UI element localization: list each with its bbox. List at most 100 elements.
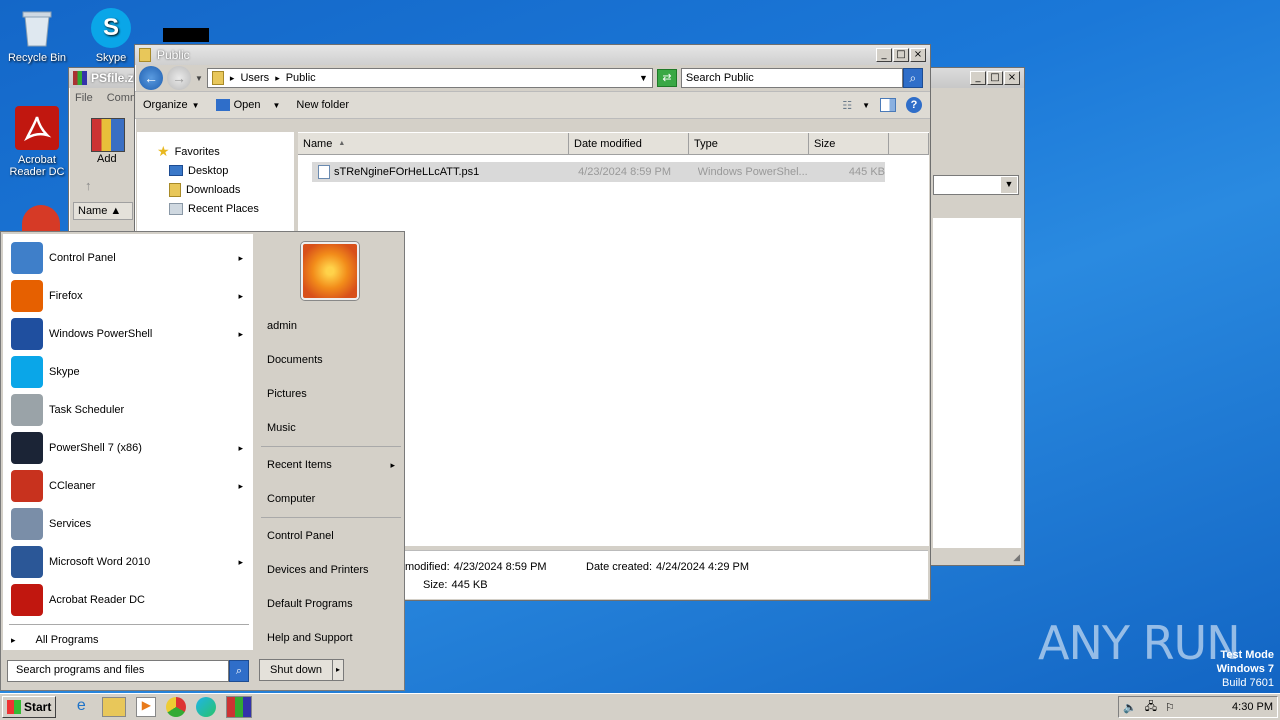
- nav-favorites[interactable]: ★ Favorites: [157, 142, 294, 161]
- start-right-devices[interactable]: Devices and Printers: [263, 559, 401, 581]
- media-player-icon[interactable]: ▶: [136, 697, 157, 717]
- breadcrumb-users[interactable]: Users: [240, 72, 269, 84]
- shutdown-options-icon[interactable]: ▸: [332, 659, 344, 681]
- view-details-icon[interactable]: ☷: [842, 99, 852, 112]
- details-size: Size: 445 KB: [423, 579, 488, 591]
- start-search-input[interactable]: Search programs and files: [7, 660, 229, 682]
- watermark-brand: ANY RUN: [1038, 616, 1241, 670]
- system-tray: 🔈 🖧 ⚐ 4:30 PM: [1118, 696, 1278, 718]
- table-row[interactable]: sTReNgineFOrHeLLcATT.ps1 4/23/2024 8:59 …: [312, 162, 885, 182]
- column-header-name[interactable]: Name ▲: [298, 133, 569, 155]
- explorer-titlebar: Public _ □ ×: [135, 45, 930, 65]
- start-program-item[interactable]: Microsoft Word 2010 ▸: [3, 544, 253, 580]
- all-programs-button[interactable]: ▸ All Programs: [11, 634, 99, 646]
- search-icon[interactable]: ⌕: [229, 660, 249, 682]
- program-label: Services: [49, 518, 92, 530]
- explorer-taskbar-icon[interactable]: [102, 697, 127, 717]
- start-program-item[interactable]: Windows PowerShell ▸: [3, 316, 253, 352]
- name-column-label: Name: [78, 205, 108, 217]
- shutdown-button[interactable]: Shut down: [259, 659, 333, 681]
- maximize-button[interactable]: □: [987, 71, 1003, 85]
- action-center-flag-icon[interactable]: ⚐: [1165, 701, 1175, 714]
- open-button[interactable]: Open ▼: [215, 99, 280, 111]
- column-header-type[interactable]: Type: [689, 133, 809, 155]
- resize-grip-icon[interactable]: ◢: [1013, 552, 1020, 563]
- window-controls: _ □ ×: [970, 71, 1020, 85]
- start-program-item[interactable]: PowerShell 7 (x86) ▸: [3, 430, 253, 466]
- internet-explorer-icon[interactable]: e: [70, 697, 92, 717]
- program-icon: [11, 242, 43, 274]
- preview-pane-icon[interactable]: [880, 98, 896, 112]
- history-chevron-icon[interactable]: ▼: [195, 74, 203, 83]
- clock[interactable]: 4:30 PM: [1232, 701, 1273, 713]
- start-right-control-panel[interactable]: Control Panel: [263, 525, 401, 547]
- breadcrumb-separator-icon: ▸: [229, 72, 235, 83]
- chrome-icon[interactable]: [166, 697, 187, 717]
- name-column-header[interactable]: Name ▲: [73, 202, 133, 220]
- close-button[interactable]: ×: [1004, 71, 1020, 85]
- start-right-user[interactable]: admin: [263, 315, 401, 337]
- program-label: Windows PowerShell: [49, 328, 153, 340]
- chevron-down-icon[interactable]: ▼: [272, 101, 280, 110]
- address-dropdown-icon[interactable]: ▼: [639, 73, 648, 83]
- start-right-music[interactable]: Music: [263, 417, 401, 439]
- start-right-default-programs[interactable]: Default Programs: [263, 593, 401, 615]
- program-icon: [11, 508, 43, 540]
- breadcrumb-public[interactable]: Public: [286, 72, 316, 84]
- speaker-icon[interactable]: 🔈: [1123, 701, 1137, 714]
- start-program-item[interactable]: Acrobat Reader DC: [3, 582, 253, 618]
- forward-arrow-icon[interactable]: →: [167, 66, 191, 90]
- chevron-down-icon[interactable]: ▼: [862, 101, 870, 110]
- search-input[interactable]: Search Public: [680, 68, 903, 88]
- start-program-item[interactable]: Skype: [3, 354, 253, 390]
- winrar-menubar: File Comm: [75, 92, 139, 104]
- up-arrow-icon[interactable]: ↑: [85, 178, 92, 193]
- chevron-down-icon[interactable]: ▼: [1001, 177, 1017, 193]
- start-right-recent-items[interactable]: Recent Items ▸: [263, 454, 401, 476]
- column-header-date-modified[interactable]: Date modified: [569, 133, 689, 155]
- nav-recent-places[interactable]: Recent Places: [157, 199, 294, 218]
- nav-downloads[interactable]: Downloads: [157, 180, 294, 199]
- start-button[interactable]: Start: [2, 696, 57, 718]
- shutdown-label: Shut down: [270, 664, 322, 676]
- desktop-icon-recycle-bin[interactable]: Recycle Bin: [0, 8, 74, 64]
- add-button[interactable]: Add: [97, 153, 117, 165]
- start-program-item[interactable]: Firefox ▸: [3, 278, 253, 314]
- new-folder-button[interactable]: New folder: [296, 99, 349, 111]
- nav-desktop[interactable]: Desktop: [157, 161, 294, 180]
- desktop-icon-label: Acrobat Reader DC: [9, 154, 65, 178]
- menu-file[interactable]: File: [75, 92, 93, 104]
- minimize-button[interactable]: _: [876, 48, 892, 62]
- help-icon[interactable]: ?: [906, 97, 922, 113]
- maximize-button[interactable]: □: [893, 48, 909, 62]
- start-right-documents[interactable]: Documents: [263, 349, 401, 371]
- start-right-computer[interactable]: Computer: [263, 488, 401, 510]
- refresh-icon[interactable]: ⇄: [656, 69, 677, 87]
- start-program-item[interactable]: Control Panel ▸: [3, 240, 253, 276]
- close-button[interactable]: ×: [910, 48, 926, 62]
- organize-button[interactable]: Organize ▼: [143, 99, 200, 111]
- file-type: Windows PowerShel...: [697, 166, 808, 178]
- address-bar[interactable]: ▸ Users ▸ Public ▼: [206, 68, 653, 88]
- ccleaner-desktop-icon[interactable]: [22, 205, 60, 231]
- start-search-placeholder: Search programs and files: [16, 664, 145, 676]
- column-header-size[interactable]: Size: [809, 133, 889, 155]
- detail-label: Size:: [423, 579, 448, 591]
- search-icon[interactable]: ⌕: [902, 68, 923, 88]
- start-right-pictures[interactable]: Pictures: [263, 383, 401, 405]
- start-program-item[interactable]: Task Scheduler: [3, 392, 253, 428]
- back-arrow-icon[interactable]: ←: [139, 66, 163, 90]
- edge-icon[interactable]: [196, 697, 217, 717]
- program-label: Firefox: [49, 290, 83, 302]
- file-name: sTReNgineFOrHeLLcATT.ps1: [333, 166, 480, 178]
- user-avatar[interactable]: [301, 242, 359, 300]
- start-program-item[interactable]: Services: [3, 506, 253, 542]
- winrar-path-dropdown[interactable]: ▼: [933, 175, 1019, 195]
- winrar-file-list[interactable]: [933, 218, 1021, 548]
- start-program-item[interactable]: CCleaner ▸: [3, 468, 253, 504]
- desktop-icon-acrobat[interactable]: Acrobat Reader DC: [0, 106, 74, 178]
- network-icon[interactable]: 🖧: [1145, 698, 1157, 717]
- start-right-help[interactable]: Help and Support: [263, 627, 401, 649]
- winrar-taskbar-icon[interactable]: [226, 696, 253, 718]
- minimize-button[interactable]: _: [970, 71, 986, 85]
